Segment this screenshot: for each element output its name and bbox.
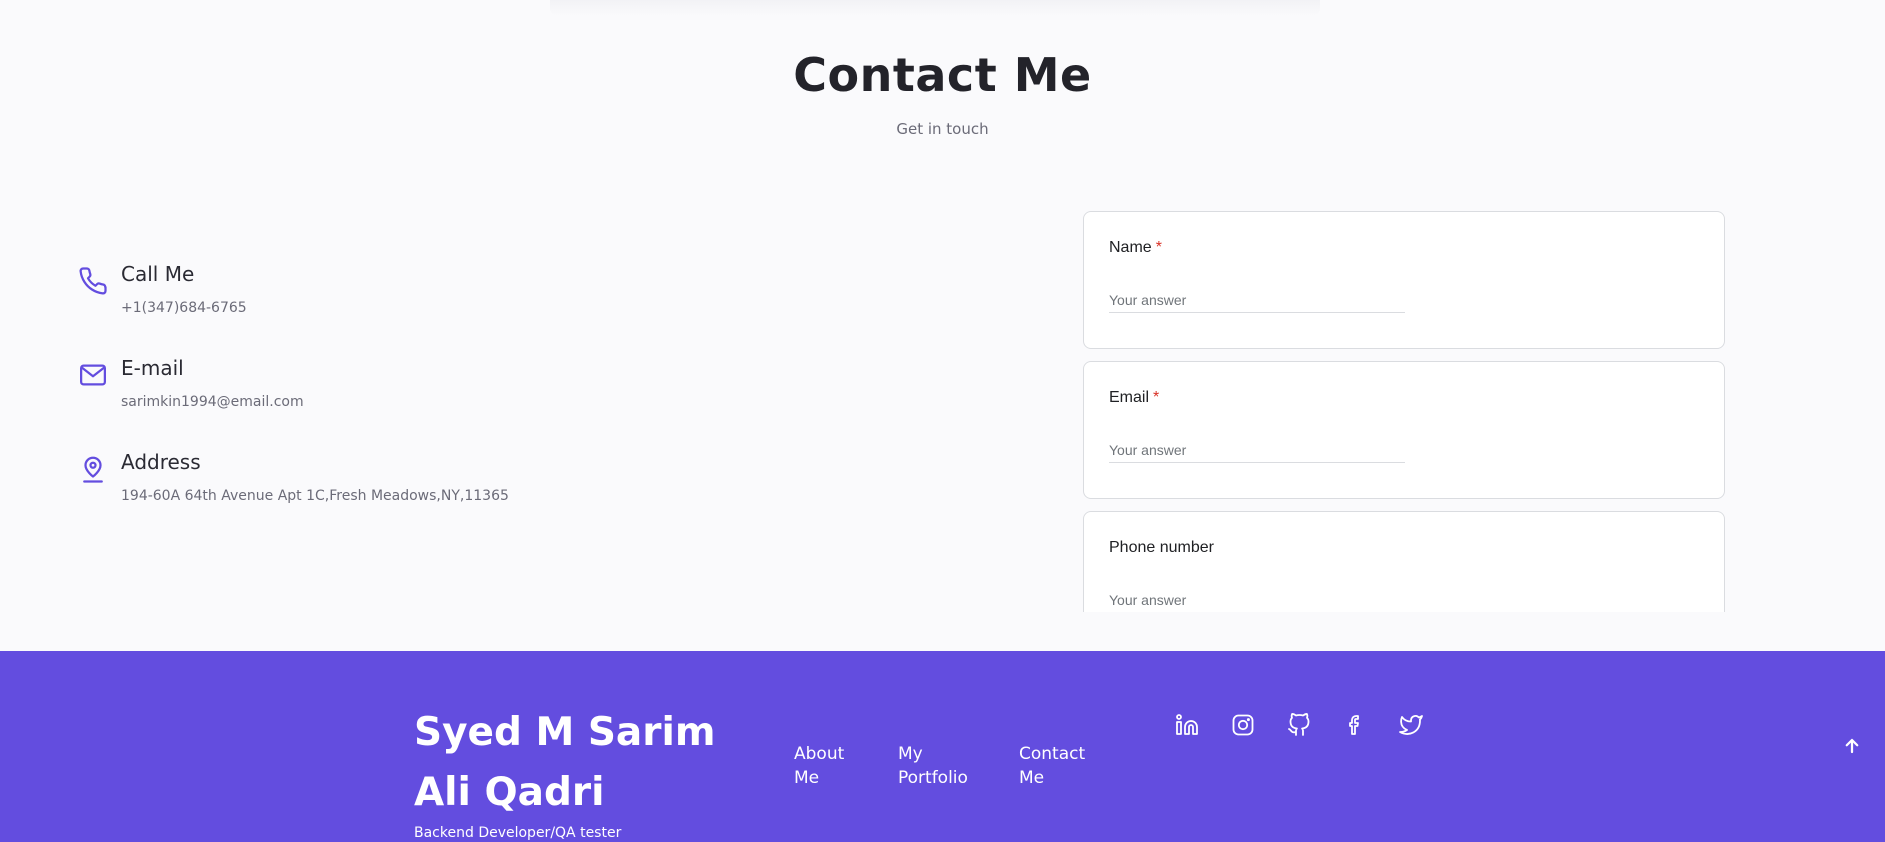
question-label: Name * (1109, 239, 1162, 256)
phone-icon (78, 266, 108, 296)
instagram-icon[interactable] (1229, 711, 1257, 739)
form-question-email: Email * (1083, 361, 1725, 499)
footer-role: Backend Developer/QA tester (414, 825, 622, 841)
required-marker: * (1155, 239, 1162, 256)
name-field[interactable] (1109, 287, 1405, 313)
contact-email-value: sarimkin1994@email.com (121, 394, 304, 410)
contact-call-label: Call Me (121, 262, 195, 286)
section-title: Contact Me (793, 48, 1092, 102)
question-label: Phone number (1109, 539, 1214, 556)
contact-call-value: +1(347)684-6765 (121, 300, 247, 316)
required-marker: * (1153, 389, 1160, 406)
contact-address-label: Address (121, 450, 201, 474)
footer-link-portfolio[interactable]: My Portfolio (898, 742, 988, 790)
top-divider (550, 0, 1320, 16)
footer: Syed M Sarim Ali Qadri Backend Developer… (0, 651, 1885, 842)
email-field[interactable] (1109, 437, 1405, 463)
contact-email-label: E-mail (121, 356, 184, 380)
facebook-icon[interactable] (1341, 711, 1369, 739)
map-pin-icon (78, 454, 108, 484)
footer-name: Syed M Sarim Ali Qadri (414, 710, 716, 815)
question-label: Email * (1109, 389, 1160, 406)
twitter-icon[interactable] (1397, 711, 1425, 739)
mail-icon (78, 360, 108, 390)
footer-link-about[interactable]: About Me (794, 742, 864, 790)
arrow-up-icon[interactable] (1841, 735, 1863, 757)
contact-form: Name* Email* Phone number (1083, 210, 1725, 612)
phone-field[interactable] (1109, 587, 1405, 612)
section-subtitle: Get in touch (896, 120, 989, 138)
footer-link-contact[interactable]: Contact Me (1019, 742, 1099, 790)
form-question-name: Name * (1083, 211, 1725, 349)
linkedin-icon[interactable] (1173, 711, 1201, 739)
github-icon[interactable] (1285, 711, 1313, 739)
contact-address-value: 194-60A 64th Avenue Apt 1C,Fresh Meadows… (121, 488, 509, 504)
form-question-phone: Phone number (1083, 511, 1725, 612)
